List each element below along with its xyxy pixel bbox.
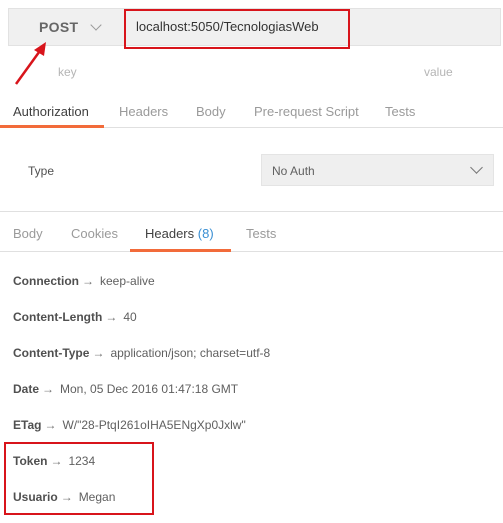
header-key: Content-Type [13,346,90,360]
header-value: W/"28-PtqI261oIHA5ENgXp0Jxlw" [62,418,246,432]
header-value: 40 [123,310,137,324]
response-tabs: Body Cookies Headers (8) Tests [0,218,503,252]
header-row: ETag → W/"28-PtqI261oIHA5ENgXp0Jxlw" [13,418,246,432]
header-row: Connection → keep-alive [13,274,155,288]
header-key: Content-Length [13,310,103,324]
method-select[interactable]: POST [9,9,121,45]
arrow-icon: → [82,274,94,288]
tab-headers[interactable]: Headers [119,104,168,119]
header-key: ETag [13,418,42,432]
tab-response-headers[interactable]: Headers (8) [145,226,214,241]
request-bar: POST localhost:5050/TecnologiasWeb [8,8,501,46]
arrow-icon: → [92,346,105,360]
header-value: application/json; charset=utf-8 [110,346,271,360]
method-label: POST [39,19,79,35]
tab-tests[interactable]: Tests [385,104,415,119]
auth-type-label: Type [28,164,55,178]
header-value: Mon, 05 Dec 2016 01:47:18 GMT [60,382,239,396]
auth-type-select[interactable]: No Auth [261,154,494,186]
arrow-icon: → [60,490,73,504]
header-value: 1234 [68,454,96,468]
header-key: Date [13,382,40,396]
headers-highlight-box [4,442,154,515]
params-row: key value [8,58,501,86]
tab-cookies[interactable]: Cookies [71,226,118,241]
auth-type-value: No Auth [272,164,315,178]
tab-response-tests[interactable]: Tests [246,226,276,241]
arrow-icon: → [105,310,118,324]
arrow-icon: → [50,454,63,468]
header-value: Megan [78,490,116,504]
arrow-icon: → [44,418,57,432]
header-row: Content-Type → application/json; charset=u… [13,346,270,360]
header-row: Usuario → Megan [13,490,115,504]
header-row: Content-Length → 40 [13,310,137,324]
tab-body[interactable]: Body [196,104,226,119]
chevron-down-icon [90,18,102,31]
header-value: keep-alive [100,274,155,288]
headers-count-badge: (8) [197,226,214,241]
chevron-down-icon [470,161,483,174]
header-key: Token [13,454,48,468]
request-tabs: Authorization Headers Body Pre-request S… [0,96,503,128]
header-row: Date → Mon, 05 Dec 2016 01:47:18 GMT [13,382,238,396]
param-value-input[interactable]: value [424,65,453,79]
header-key: Connection [13,274,79,288]
auth-type-row: Type No Auth [0,128,503,212]
arrow-icon: → [42,382,55,396]
tab-response-body[interactable]: Body [13,226,43,241]
header-row: Token → 1234 [13,454,95,468]
header-key: Usuario [13,490,58,504]
active-tab-indicator [130,249,231,252]
param-key-input[interactable]: key [58,65,77,79]
tab-response-headers-label: Headers [145,226,195,241]
tab-authorization[interactable]: Authorization [13,104,89,119]
tab-pre-request-script[interactable]: Pre-request Script [254,104,359,119]
url-input[interactable]: localhost:5050/TecnologiasWeb [127,10,352,43]
